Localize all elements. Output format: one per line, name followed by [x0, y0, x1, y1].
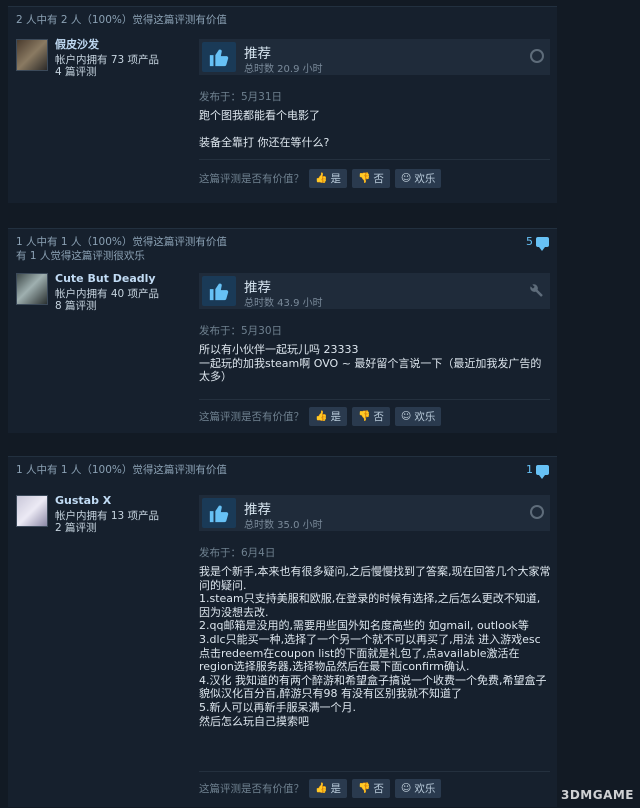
- hours-on-record: 总时数 35.0 小时: [244, 520, 323, 531]
- comment-count-value: 1: [526, 463, 533, 476]
- thumbs-up-icon: [202, 42, 236, 72]
- recommendation-label: 推荐: [244, 502, 271, 518]
- helpful-prompt: 这篇评测是否有价值？: [199, 783, 304, 795]
- product-count: 帐户内拥有 40 项产品: [55, 287, 160, 300]
- vote-funny-label: 欢乐: [414, 783, 436, 795]
- watermark-logo: 3DMGAME: [560, 788, 634, 802]
- vote-funny-button[interactable]: ☺ 欢乐: [394, 169, 442, 188]
- vote-yes-label: 是: [330, 411, 341, 423]
- thumbs-up-icon: [202, 498, 236, 528]
- content-line: 2.qq邮箱是没用的,需要用些国外知名度高些的 如gmail, outlook等: [199, 619, 529, 633]
- thumbs-down-icon: 👎: [357, 411, 371, 422]
- review-count[interactable]: 2 篇评测: [55, 522, 159, 535]
- avatar[interactable]: [16, 273, 48, 305]
- review-card-1: 2 人中有 2 人（100%）觉得这篇评测有价值 假皮沙发 帐户内拥有 73 项…: [8, 6, 557, 203]
- helpful-stats: 1 人中有 1 人（100%）觉得这篇评测有价值: [16, 236, 227, 248]
- content-line: 4.汉化 我知道的有两个醉游和希望盒子搞说一个收费一个免费,希望盒子貌似汉化百分…: [199, 673, 547, 701]
- comment-count[interactable]: 5: [526, 235, 549, 251]
- vote-yes-button[interactable]: 👍 是: [309, 779, 347, 798]
- author-name[interactable]: 假皮沙发: [55, 38, 159, 52]
- vote-yes-button[interactable]: 👍 是: [309, 169, 347, 188]
- content-line: 我是个新手,本来也有很多疑问,之后慢慢找到了答案,现在回答几个大家常问的疑问.: [199, 565, 551, 592]
- review-header: 1 人中有 1 人（100%）觉得这篇评测有价值 有 1 人觉得这篇评测很欢乐 …: [8, 229, 557, 267]
- author-block[interactable]: Cute But Deadly 帐户内拥有 40 项产品 8 篇评测: [16, 272, 160, 313]
- content-line: 一起玩的加我steam啊 OVO ~ 最好留个言说一下（最近加我发广告的太多）: [199, 356, 542, 384]
- recommendation-label: 推荐: [244, 280, 271, 296]
- vote-yes-button[interactable]: 👍 是: [309, 407, 347, 426]
- vote-funny-button[interactable]: ☺ 欢乐: [394, 407, 442, 426]
- review-card-2: 1 人中有 1 人（100%）觉得这篇评测有价值 有 1 人觉得这篇评测很欢乐 …: [8, 228, 557, 433]
- vote-funny-label: 欢乐: [414, 173, 436, 185]
- author-block[interactable]: 假皮沙发 帐户内拥有 73 项产品 4 篇评测: [16, 38, 160, 79]
- author-block[interactable]: Gustab X 帐户内拥有 13 项产品 2 篇评测: [16, 494, 160, 535]
- review-card-3: 1 人中有 1 人（100%）觉得这篇评测有价值 1 Gustab X 帐户内拥…: [8, 456, 557, 807]
- smile-icon: ☺: [400, 411, 412, 422]
- content-line: [199, 123, 551, 137]
- content-line: 所以有小伙伴一起玩儿吗 23333: [199, 343, 359, 356]
- content-line: 3.dlc只能买一种,选择了一个另一个就不可以再买了,用法 进入游戏esc点击r…: [199, 632, 541, 674]
- recommendation-bar[interactable]: 推荐 总时数 35.0 小时: [199, 495, 550, 531]
- comment-count-value: 5: [526, 235, 533, 248]
- recommendation-bar[interactable]: 推荐 总时数 43.9 小时: [199, 273, 550, 309]
- thumbs-up-icon: 👍: [315, 173, 328, 184]
- review-header: 2 人中有 2 人（100%）觉得这篇评测有价值: [8, 7, 557, 31]
- steam-icon: [530, 505, 544, 519]
- funny-stats: 有 1 人觉得这篇评测很欢乐: [16, 250, 145, 262]
- comment-icon: [536, 465, 549, 479]
- avatar[interactable]: [16, 39, 48, 71]
- thumbs-up-icon: 👍: [315, 411, 328, 422]
- comment-icon: [536, 237, 549, 251]
- thumbs-up-icon: 👍: [315, 783, 328, 794]
- posted-date: 发布于：6月4日: [199, 547, 276, 559]
- vote-funny-button[interactable]: ☺ 欢乐: [394, 779, 442, 798]
- helpful-controls: 这篇评测是否有价值？ 👍 是 👎 否 ☺ 欢乐: [199, 407, 442, 426]
- comment-count[interactable]: 1: [526, 463, 549, 479]
- author-name[interactable]: Cute But Deadly: [55, 272, 159, 286]
- avatar[interactable]: [16, 495, 48, 527]
- review-count[interactable]: 4 篇评测: [55, 66, 159, 79]
- helpful-stats: 2 人中有 2 人（100%）觉得这篇评测有价值: [16, 14, 227, 26]
- posted-date: 发布于：5月31日: [199, 91, 283, 103]
- wrench-icon: [530, 283, 544, 297]
- content-line: 5.新人可以再新手服呆满一个月.: [199, 700, 356, 714]
- content-line: 装备全靠打 你还在等什么?: [199, 136, 330, 150]
- vote-funny-label: 欢乐: [414, 411, 436, 423]
- hours-on-record: 总时数 43.9 小时: [244, 298, 323, 309]
- recommendation-bar[interactable]: 推荐 总时数 20.9 小时: [199, 39, 550, 75]
- helpful-controls: 这篇评测是否有价值？ 👍 是 👎 否 ☺ 欢乐: [199, 779, 442, 798]
- vote-no-label: 否: [373, 173, 384, 185]
- vote-no-button[interactable]: 👎 否: [351, 779, 390, 798]
- review-content: 跑个图我都能看个电影了 装备全靠打 你还在等什么?: [199, 109, 551, 150]
- review-content: 所以有小伙伴一起玩儿吗 23333 一起玩的加我steam啊 OVO ~ 最好留…: [199, 343, 551, 384]
- helpful-stats: 1 人中有 1 人（100%）觉得这篇评测有价值: [16, 464, 227, 476]
- posted-date: 发布于：5月30日: [199, 325, 283, 337]
- steam-icon: [530, 49, 544, 63]
- review-header: 1 人中有 1 人（100%）觉得这篇评测有价值 1: [8, 457, 557, 481]
- helpful-prompt: 这篇评测是否有价值？: [199, 411, 304, 423]
- author-name[interactable]: Gustab X: [55, 494, 159, 508]
- content-line: 跑个图我都能看个电影了: [199, 109, 320, 122]
- vote-yes-label: 是: [330, 783, 341, 795]
- thumbs-down-icon: 👎: [357, 783, 371, 794]
- recommendation-label: 推荐: [244, 46, 271, 62]
- smile-icon: ☺: [400, 173, 412, 184]
- thumbs-up-icon: [202, 276, 236, 306]
- hours-on-record: 总时数 20.9 小时: [244, 64, 323, 75]
- thumbs-down-icon: 👎: [357, 173, 371, 184]
- review-content: 我是个新手,本来也有很多疑问,之后慢慢找到了答案,现在回答几个大家常问的疑问. …: [199, 565, 551, 728]
- vote-no-label: 否: [373, 783, 384, 795]
- vote-no-button[interactable]: 👎 否: [351, 169, 390, 188]
- content-line: 1.steam只支持美服和欧服,在登录的时候有选择,之后怎么更改不知道,因为没想…: [199, 592, 541, 619]
- helpful-prompt: 这篇评测是否有价值？: [199, 173, 304, 185]
- content-line: 然后怎么玩自己摸索吧: [199, 714, 309, 728]
- helpful-controls: 这篇评测是否有价值？ 👍 是 👎 否 ☺ 欢乐: [199, 169, 442, 188]
- review-count[interactable]: 8 篇评测: [55, 300, 159, 313]
- vote-yes-label: 是: [330, 173, 341, 185]
- product-count: 帐户内拥有 73 项产品: [55, 53, 160, 66]
- vote-no-label: 否: [373, 411, 384, 423]
- product-count: 帐户内拥有 13 项产品: [55, 509, 160, 522]
- vote-no-button[interactable]: 👎 否: [351, 407, 390, 426]
- smile-icon: ☺: [400, 783, 412, 794]
